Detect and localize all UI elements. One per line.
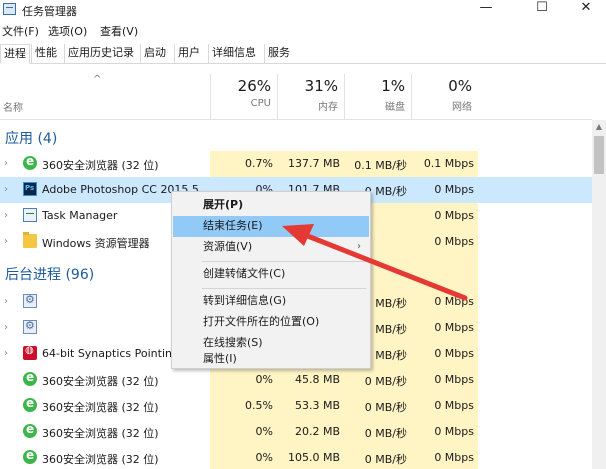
- annotation-arrow: [282, 224, 468, 301]
- annotation-arrow-shaft: [297, 230, 468, 301]
